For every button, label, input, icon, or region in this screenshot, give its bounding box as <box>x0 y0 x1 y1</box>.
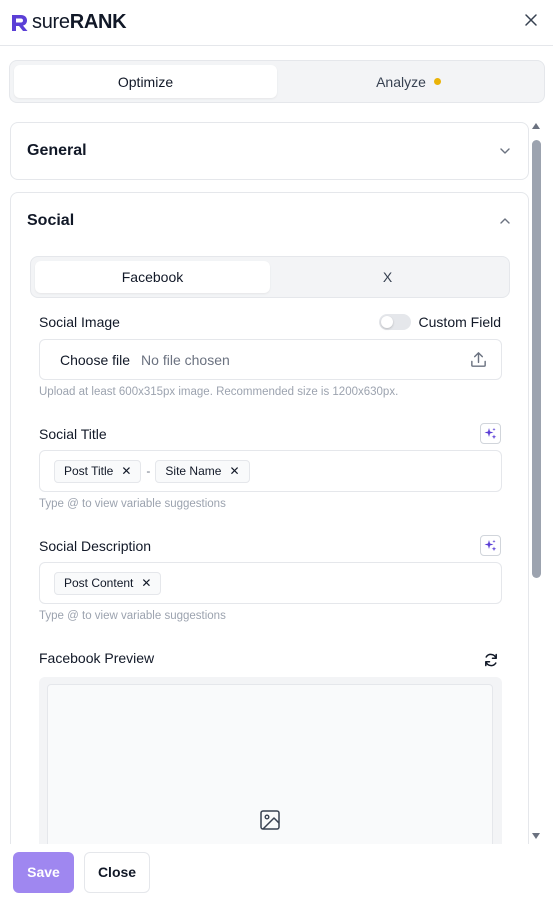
image-placeholder-icon <box>260 810 280 830</box>
custom-field-toggle[interactable]: Custom Field <box>378 314 501 330</box>
settings-scroll-area: General Social Facebook X Social Image C <box>0 110 553 844</box>
variable-tag: Site Name ✕ <box>155 459 250 483</box>
variable-tag: Post Title ✕ <box>54 459 142 483</box>
close-icon[interactable] <box>522 11 540 29</box>
tab-analyze-label: Analyze <box>376 73 426 90</box>
custom-field-switch[interactable] <box>378 314 411 330</box>
chevron-up-icon <box>500 218 510 224</box>
tab-optimize-label: Optimize <box>117 73 174 90</box>
social-title-hint: Type @ to view variable suggestions <box>39 498 226 510</box>
tab-facebook[interactable]: Facebook <box>35 261 270 293</box>
header: sureRANK <box>0 0 553 46</box>
social-title-input[interactable]: Post Title ✕ - Site Name ✕ <box>39 450 502 492</box>
social-description-hint: Type @ to view variable suggestions <box>39 610 226 622</box>
footer-actions: Save Close <box>0 845 553 899</box>
chevron-down-icon <box>500 148 510 154</box>
remove-tag-icon[interactable]: ✕ <box>141 576 151 590</box>
sparkle-icon <box>484 539 497 552</box>
social-title-ai-button[interactable] <box>480 423 501 444</box>
scroll-down-arrow-icon[interactable] <box>532 832 540 840</box>
sparkle-icon <box>484 427 497 440</box>
tab-optimize[interactable]: Optimize <box>14 65 277 98</box>
tag-post-content: Post Content <box>64 576 134 590</box>
facebook-preview <box>39 677 502 844</box>
social-description-input[interactable]: Post Content ✕ <box>39 562 502 604</box>
upload-icon[interactable] <box>469 350 488 369</box>
logo-text-bold: RANK <box>69 11 127 33</box>
analyze-status-dot <box>433 78 441 85</box>
general-section: General <box>10 122 529 180</box>
tab-facebook-label: Facebook <box>121 269 184 285</box>
general-section-title: General <box>27 142 87 159</box>
general-section-header[interactable]: General <box>11 123 528 179</box>
tab-x[interactable]: X <box>270 261 505 293</box>
social-image-hint: Upload at least 600x315px image. Recomme… <box>39 386 399 398</box>
tag-site-name: Site Name <box>165 464 222 478</box>
surerank-logo: sureRANK <box>10 11 127 34</box>
save-button[interactable]: Save <box>13 851 74 893</box>
social-title-label: Social Title <box>39 426 107 442</box>
tab-x-label: X <box>382 269 393 285</box>
social-image-file-input[interactable]: Choose file No file chosen <box>39 339 502 380</box>
social-section-title: Social <box>27 212 75 229</box>
title-separator: - <box>146 464 151 478</box>
custom-field-label: Custom Field <box>418 314 501 330</box>
facebook-preview-card <box>47 684 493 844</box>
social-description-label: Social Description <box>39 538 152 554</box>
choose-file-button[interactable]: Choose file <box>60 352 130 368</box>
scroll-up-arrow-icon[interactable] <box>532 122 540 130</box>
tab-analyze[interactable]: Analyze <box>277 65 540 98</box>
social-image-label: Social Image <box>39 314 120 330</box>
social-section-header[interactable]: Social <box>11 193 528 249</box>
scrollbar-thumb[interactable] <box>532 140 541 578</box>
tag-post-title: Post Title <box>64 464 114 478</box>
logo-text-light: sure <box>32 11 70 33</box>
surerank-logo-icon <box>12 14 28 31</box>
social-network-tabs: Facebook X <box>30 256 510 298</box>
main-tabs: Optimize Analyze <box>9 60 545 103</box>
social-description-ai-button[interactable] <box>480 535 501 556</box>
refresh-icon[interactable] <box>483 652 499 668</box>
remove-tag-icon[interactable]: ✕ <box>229 464 239 478</box>
scrollbar[interactable] <box>531 122 541 844</box>
no-file-text: No file chosen <box>141 351 230 368</box>
social-section: Social Facebook X Social Image Custom Fi… <box>10 192 529 844</box>
facebook-preview-label: Facebook Preview <box>39 650 155 666</box>
remove-tag-icon[interactable]: ✕ <box>121 464 131 478</box>
variable-tag: Post Content ✕ <box>54 571 162 595</box>
close-button[interactable]: Close <box>84 851 150 893</box>
